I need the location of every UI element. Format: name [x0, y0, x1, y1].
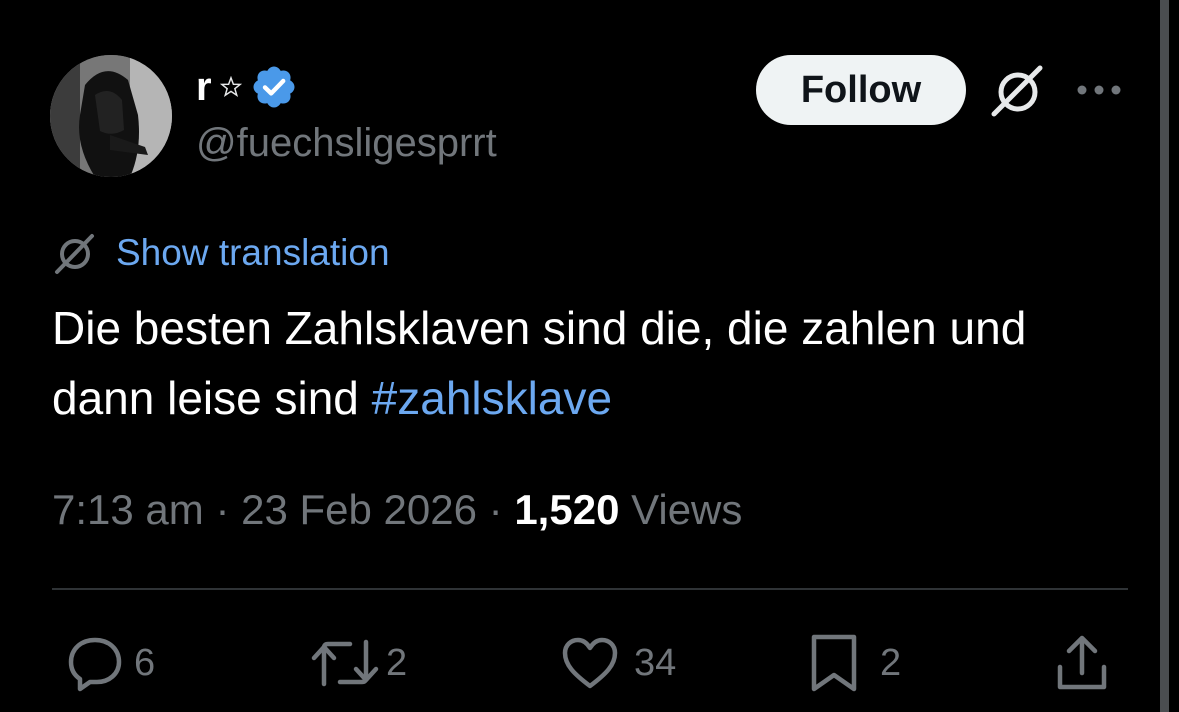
- grok-icon[interactable]: [988, 60, 1048, 120]
- hashtag-link[interactable]: #zahlsklave: [372, 372, 612, 424]
- scrollbar[interactable]: [1160, 0, 1169, 712]
- like-count: 34: [634, 641, 677, 684]
- display-name[interactable]: r: [196, 67, 212, 107]
- reply-icon: [68, 637, 122, 692]
- star-icon: [219, 76, 242, 98]
- views-count: 1,520: [514, 486, 620, 533]
- avatar[interactable]: [50, 55, 172, 177]
- tweet-time[interactable]: 7:13 am: [52, 486, 204, 533]
- meta-separator: ·: [488, 486, 503, 533]
- like-icon: [562, 637, 618, 689]
- tweet-date[interactable]: 23 Feb 2026: [241, 486, 477, 533]
- verified-badge-icon[interactable]: [250, 63, 298, 111]
- divider: [52, 588, 1128, 590]
- like-button[interactable]: 34: [560, 630, 676, 696]
- translate-icon: [52, 230, 98, 276]
- reply-count: 6: [134, 641, 156, 684]
- share-button[interactable]: [1054, 630, 1110, 696]
- user-handle[interactable]: @fuechsligesprrt: [196, 118, 497, 168]
- share-icon: [1057, 635, 1107, 690]
- reply-button[interactable]: 6: [66, 630, 155, 696]
- repost-icon: [311, 639, 379, 687]
- tweet-text: Die besten Zahlsklaven sind die, die zah…: [52, 293, 1132, 433]
- bookmark-icon: [811, 634, 857, 692]
- more-icon[interactable]: [1074, 78, 1124, 102]
- follow-button[interactable]: Follow: [756, 55, 966, 125]
- show-translation-link[interactable]: Show translation: [116, 232, 390, 274]
- bookmark-count: 2: [880, 641, 902, 684]
- repost-count: 2: [386, 641, 408, 684]
- repost-button[interactable]: 2: [310, 630, 407, 696]
- tweet-meta: 7:13 am · 23 Feb 2026 · 1,520 Views: [52, 482, 742, 538]
- bookmark-button[interactable]: 2: [808, 630, 901, 696]
- views-label: Views: [631, 486, 743, 533]
- meta-separator: ·: [215, 486, 230, 533]
